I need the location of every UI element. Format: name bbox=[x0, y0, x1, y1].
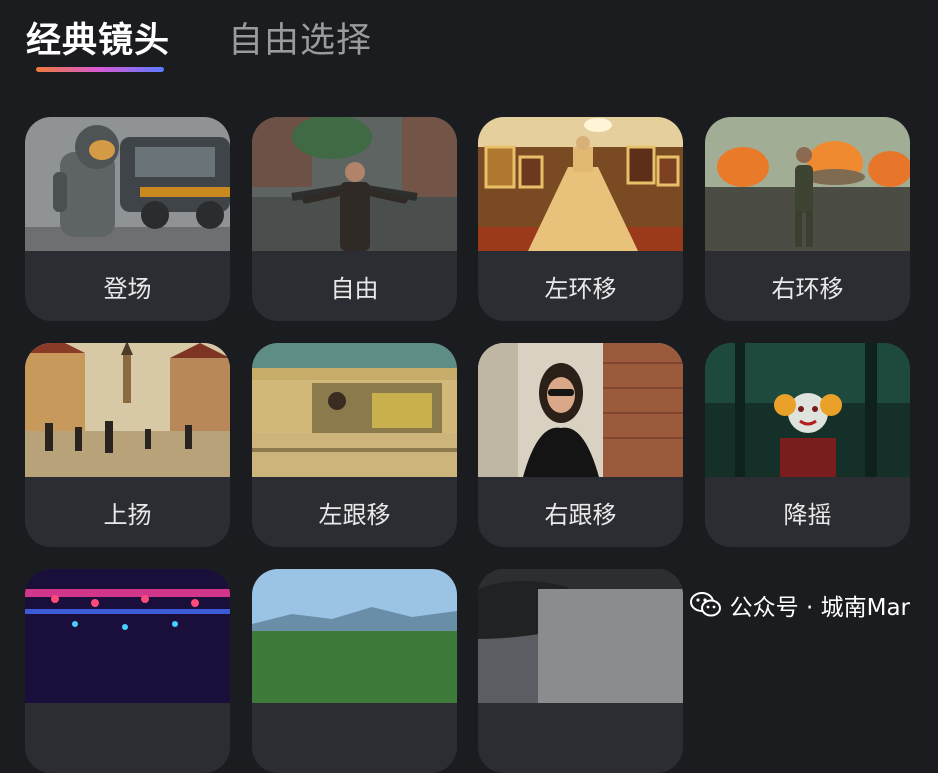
shot-card-label: 登场 bbox=[103, 274, 152, 303]
shot-card-concert[interactable] bbox=[25, 569, 230, 773]
shot-card-label: 上扬 bbox=[103, 500, 152, 529]
tab-classic-shots[interactable]: 经典镜头 bbox=[26, 18, 170, 64]
soldier-explosions-scene-thumbnail bbox=[705, 117, 910, 251]
active-tab-indicator bbox=[36, 67, 164, 72]
old-town-street-scene-thumbnail bbox=[25, 343, 230, 477]
shot-card-tilt-up[interactable]: 上扬 bbox=[25, 343, 230, 547]
gallery-dress-scene-thumbnail bbox=[478, 117, 683, 251]
watermark: 公众号 · 城南Mar bbox=[689, 588, 910, 622]
shot-card-road[interactable] bbox=[478, 569, 683, 773]
clown-forest-scene-thumbnail bbox=[705, 343, 910, 477]
man-in-rain-scene-thumbnail bbox=[252, 117, 457, 251]
shot-card-label: 右跟移 bbox=[544, 500, 617, 529]
shot-card-orbit-left[interactable]: 左环移 bbox=[478, 117, 683, 321]
woman-sunglasses-scene-thumbnail bbox=[478, 343, 683, 477]
shot-card-track-right[interactable]: 右跟移 bbox=[478, 343, 683, 547]
tab-free-choice[interactable]: 自由选择 bbox=[228, 18, 372, 64]
shot-card-label: 右环移 bbox=[771, 274, 844, 303]
field-landscape-scene-thumbnail bbox=[252, 569, 457, 703]
shot-card-track-left[interactable]: 左跟移 bbox=[252, 343, 457, 547]
shot-card-label bbox=[25, 703, 230, 773]
concert-lights-scene-thumbnail bbox=[25, 569, 230, 703]
dark-road-scene-thumbnail bbox=[478, 569, 683, 703]
shot-card-label: 降摇 bbox=[783, 500, 832, 529]
wechat-icon bbox=[689, 591, 722, 619]
tab-bar: 经典镜头 自由选择 bbox=[26, 18, 372, 64]
astronaut-scene-thumbnail bbox=[25, 117, 230, 251]
shot-card-label bbox=[252, 703, 457, 773]
shot-card-orbit-right[interactable]: 右环移 bbox=[705, 117, 910, 321]
shot-card-freedom[interactable]: 自由 bbox=[252, 117, 457, 321]
shot-card-landscape[interactable] bbox=[252, 569, 457, 773]
shot-card-label bbox=[478, 703, 683, 773]
watermark-text: 公众号 · 城南Mar bbox=[729, 595, 910, 621]
shot-card-crane-down[interactable]: 降摇 bbox=[705, 343, 910, 547]
shot-card-label: 自由 bbox=[330, 274, 379, 303]
shot-card-entrance[interactable]: 登场 bbox=[25, 117, 230, 321]
car-driver-scene-thumbnail bbox=[252, 343, 457, 477]
shot-card-label: 左环移 bbox=[544, 274, 617, 303]
shot-card-label: 左跟移 bbox=[318, 500, 391, 529]
